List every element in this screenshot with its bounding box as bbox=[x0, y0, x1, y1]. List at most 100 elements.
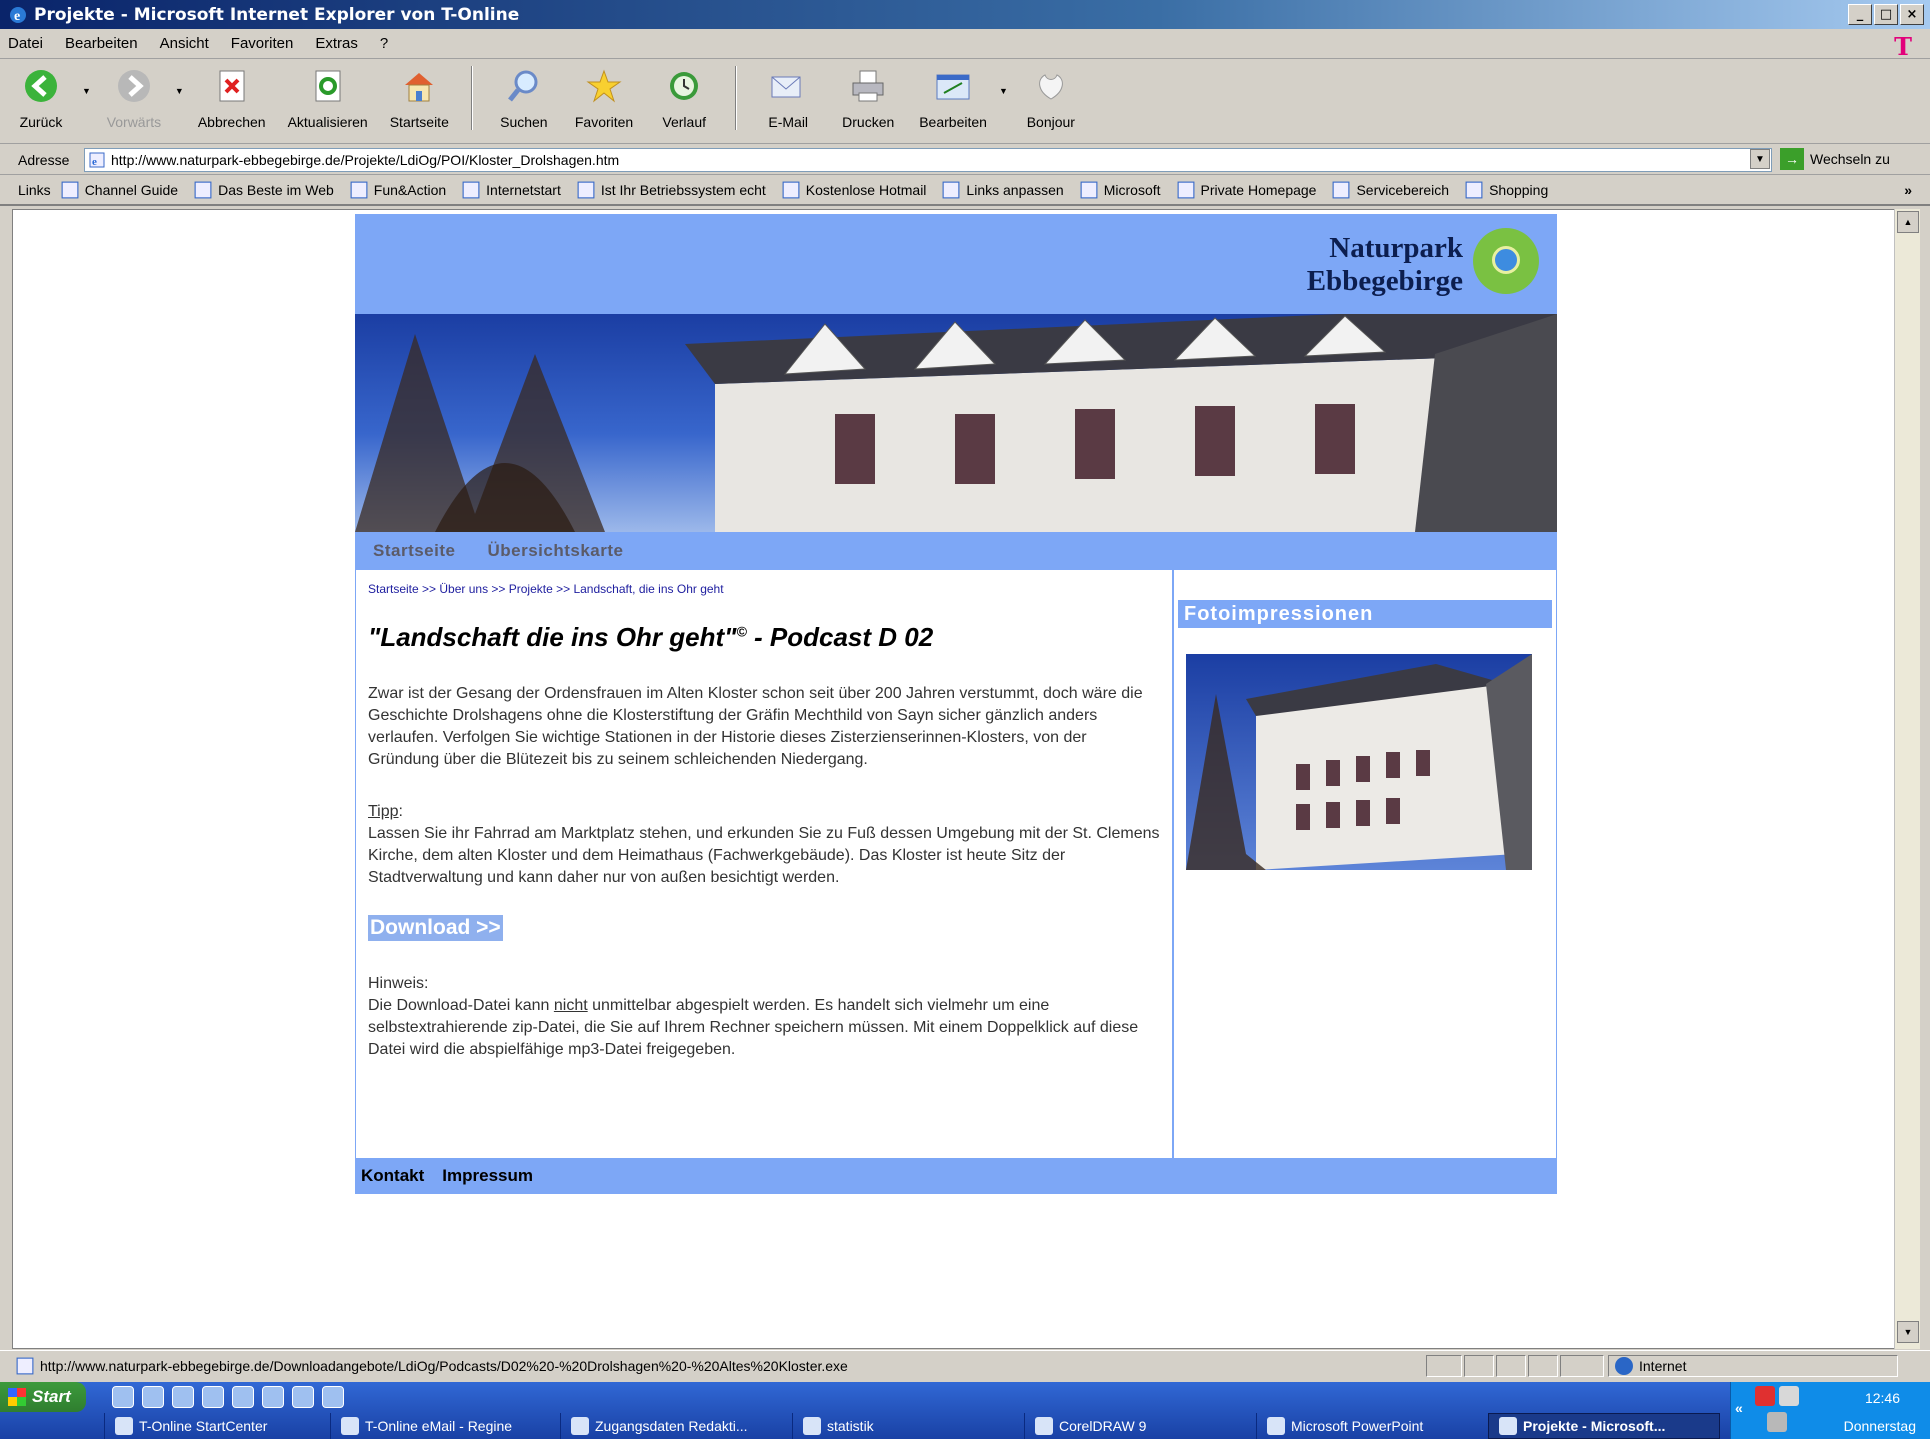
link-label: Channel Guide bbox=[84, 182, 179, 198]
status-cell bbox=[1426, 1355, 1462, 1377]
link-channel-guide[interactable]: Channel Guide bbox=[61, 181, 178, 199]
nav-uebersichtskarte[interactable]: Übersichtskarte bbox=[487, 541, 623, 561]
link-links-anpassen[interactable]: Links anpassen bbox=[942, 181, 1064, 199]
task-statistik[interactable]: statistik bbox=[792, 1413, 1024, 1439]
link-das-beste-im-web[interactable]: Das Beste im Web bbox=[194, 181, 334, 199]
links-label: Links bbox=[18, 182, 51, 198]
menu-favoriten[interactable]: Favoriten bbox=[231, 35, 294, 52]
back-dropdown-icon[interactable]: ▼ bbox=[82, 86, 91, 96]
quicklaunch-icon[interactable] bbox=[142, 1386, 164, 1408]
download-link[interactable]: Download >> bbox=[368, 915, 503, 941]
back-arrow-icon bbox=[25, 70, 57, 102]
system-tray: « 12:46 Donnerstag bbox=[1730, 1382, 1930, 1439]
tray-icon[interactable] bbox=[1779, 1386, 1799, 1406]
app-icon bbox=[115, 1417, 133, 1435]
links-more-icon[interactable]: » bbox=[1904, 182, 1912, 198]
home-button[interactable]: Startseite bbox=[390, 66, 449, 130]
forward-button[interactable]: Vorwärts bbox=[105, 66, 163, 130]
go-button[interactable]: → Wechseln zu bbox=[1780, 148, 1890, 170]
hinweis-block: Hinweis: Die Download-Datei kann nicht u… bbox=[368, 973, 1160, 1061]
app-icon bbox=[1035, 1417, 1053, 1435]
task-t-online-email[interactable]: T-Online eMail - Regine bbox=[330, 1413, 560, 1439]
menu-bearbeiten[interactable]: Bearbeiten bbox=[65, 35, 138, 52]
t-online-logo: T bbox=[1894, 32, 1912, 61]
menu-help[interactable]: ? bbox=[380, 35, 388, 52]
monastery-photo bbox=[355, 314, 1557, 532]
link-label: Kostenlose Hotmail bbox=[805, 182, 927, 198]
sidebar-title: Fotoimpressionen bbox=[1178, 600, 1552, 628]
address-input[interactable]: e http://www.naturpark-ebbegebirge.de/Pr… bbox=[84, 148, 1772, 172]
task-t-online-startcenter[interactable]: T-Online StartCenter bbox=[104, 1413, 330, 1439]
task-projekte-ie[interactable]: Projekte - Microsoft... bbox=[1488, 1413, 1720, 1439]
svg-text:e: e bbox=[14, 9, 20, 24]
site-brand[interactable]: Naturpark Ebbegebirge bbox=[1307, 232, 1463, 298]
taskbar: Start T-Online StartCenter T-Online eMai… bbox=[0, 1382, 1930, 1439]
link-private-homepage[interactable]: Private Homepage bbox=[1177, 181, 1316, 199]
menu-extras[interactable]: Extras bbox=[315, 35, 358, 52]
quicklaunch-icon[interactable] bbox=[232, 1386, 254, 1408]
print-button[interactable]: Drucken bbox=[839, 66, 897, 130]
address-dropdown-icon[interactable]: ▼ bbox=[1750, 149, 1770, 169]
maximize-button[interactable]: □ bbox=[1874, 4, 1898, 25]
quick-launch bbox=[112, 1386, 344, 1408]
link-servicebereich[interactable]: Servicebereich bbox=[1332, 181, 1449, 199]
task-powerpoint[interactable]: Microsoft PowerPoint bbox=[1256, 1413, 1488, 1439]
hinweis-text-a: Die Download-Datei kann bbox=[368, 997, 554, 1014]
tray-icon[interactable] bbox=[1755, 1386, 1775, 1406]
link-fun-action[interactable]: Fun&Action bbox=[350, 181, 446, 199]
search-button[interactable]: Suchen bbox=[495, 66, 553, 130]
vertical-scrollbar[interactable]: ▲ ▼ bbox=[1894, 209, 1920, 1349]
task-coreldraw[interactable]: CorelDRAW 9 bbox=[1024, 1413, 1256, 1439]
tray-icon[interactable] bbox=[1767, 1412, 1787, 1432]
main-column: Startseite >> Über uns >> Projekte >> La… bbox=[356, 570, 1174, 1158]
scroll-down-icon[interactable]: ▼ bbox=[1897, 1321, 1919, 1343]
link-hotmail[interactable]: Kostenlose Hotmail bbox=[782, 181, 927, 199]
link-label: Ist Ihr Betriebssystem echt bbox=[600, 182, 766, 198]
window-title-bar[interactable]: e Projekte - Microsoft Internet Explorer… bbox=[0, 0, 1930, 29]
refresh-button[interactable]: Aktualisieren bbox=[288, 66, 368, 130]
quicklaunch-icon[interactable] bbox=[202, 1386, 224, 1408]
favorites-button[interactable]: Favoriten bbox=[575, 66, 633, 130]
menu-datei[interactable]: Datei bbox=[8, 35, 43, 52]
photo-impression[interactable] bbox=[1186, 654, 1532, 870]
stop-button[interactable]: Abbrechen bbox=[198, 66, 266, 130]
intro-paragraph: Zwar ist der Gesang der Ordensfrauen im … bbox=[368, 685, 1143, 768]
quicklaunch-icon[interactable] bbox=[112, 1386, 134, 1408]
ie-icon: e bbox=[10, 6, 26, 24]
link-label: Microsoft bbox=[1103, 182, 1161, 198]
link-shopping[interactable]: Shopping bbox=[1465, 181, 1548, 199]
tray-clock[interactable]: 12:46 bbox=[1865, 1390, 1900, 1406]
edit-dropdown-icon[interactable]: ▼ bbox=[999, 86, 1008, 96]
quicklaunch-icon[interactable] bbox=[172, 1386, 194, 1408]
footer-impressum[interactable]: Impressum bbox=[442, 1166, 533, 1186]
history-label: Verlauf bbox=[662, 114, 707, 130]
quicklaunch-icon[interactable] bbox=[322, 1386, 344, 1408]
stop-label: Abbrechen bbox=[197, 114, 266, 130]
close-button[interactable]: × bbox=[1900, 4, 1924, 25]
link-microsoft[interactable]: Microsoft bbox=[1080, 181, 1161, 199]
zone-label: Internet bbox=[1639, 1358, 1687, 1374]
start-button[interactable]: Start bbox=[0, 1382, 86, 1412]
page-icon: e bbox=[89, 152, 105, 168]
tray-expand-icon[interactable]: « bbox=[1735, 1400, 1743, 1416]
app-icon bbox=[341, 1417, 359, 1435]
menu-ansicht[interactable]: Ansicht bbox=[160, 35, 209, 52]
edit-button[interactable]: Bearbeiten bbox=[919, 66, 987, 130]
task-zugangsdaten[interactable]: Zugangsdaten Redakti... bbox=[560, 1413, 792, 1439]
link-internetstart[interactable]: Internetstart bbox=[462, 181, 561, 199]
quicklaunch-icon[interactable] bbox=[292, 1386, 314, 1408]
mail-button[interactable]: E-Mail bbox=[759, 66, 817, 130]
title-text: "Landschaft die ins Ohr geht" bbox=[368, 622, 737, 652]
scroll-up-icon[interactable]: ▲ bbox=[1897, 211, 1919, 233]
back-button[interactable]: Zurück bbox=[12, 66, 70, 130]
minimize-button[interactable]: _ bbox=[1848, 4, 1872, 25]
history-button[interactable]: Verlauf bbox=[655, 66, 713, 130]
quicklaunch-icon[interactable] bbox=[262, 1386, 284, 1408]
menu-bar: Datei Bearbeiten Ansicht Favoriten Extra… bbox=[0, 29, 1930, 61]
breadcrumb[interactable]: Startseite >> Über uns >> Projekte >> La… bbox=[368, 582, 1160, 596]
forward-dropdown-icon[interactable]: ▼ bbox=[175, 86, 184, 96]
bonjour-button[interactable]: Bonjour bbox=[1022, 66, 1080, 130]
link-betriebssystem[interactable]: Ist Ihr Betriebssystem echt bbox=[577, 181, 766, 199]
nav-startseite[interactable]: Startseite bbox=[373, 541, 455, 561]
footer-kontakt[interactable]: Kontakt bbox=[361, 1166, 424, 1186]
